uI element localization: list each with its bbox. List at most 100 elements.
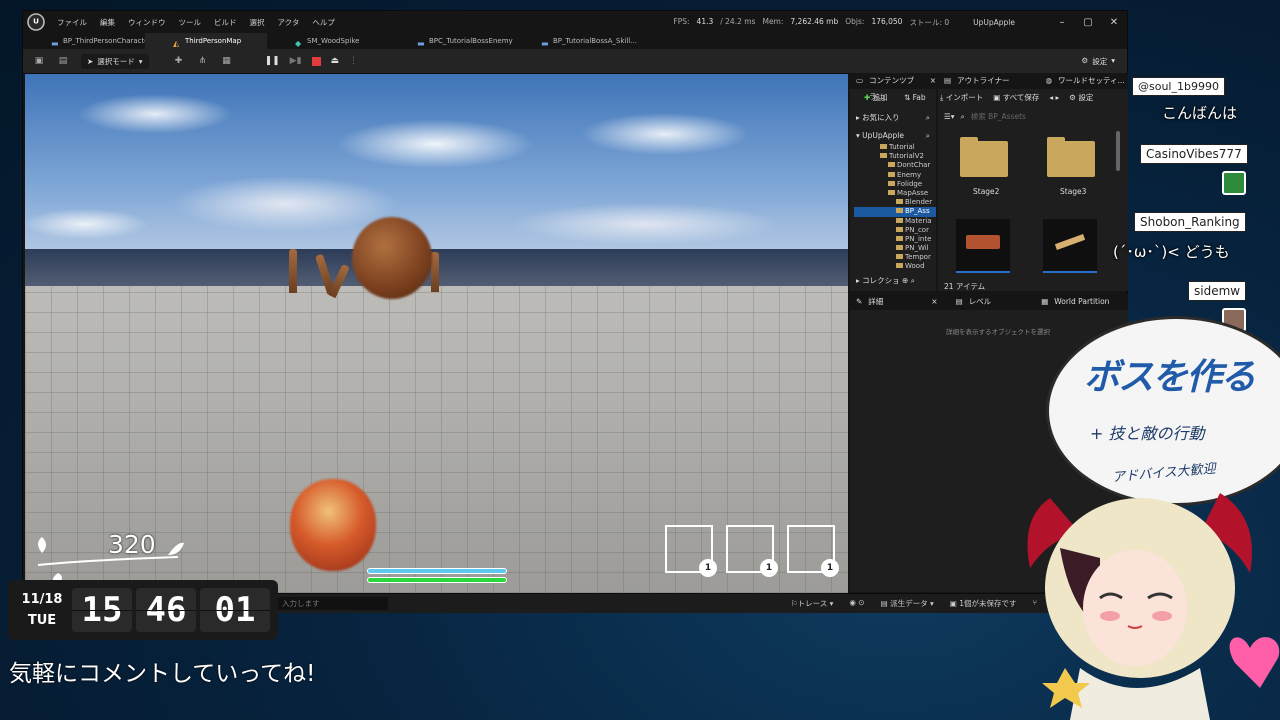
minimize-button[interactable]: –: [1049, 17, 1075, 28]
close-icon[interactable]: ×: [930, 73, 936, 89]
folder-icon: ▭: [856, 76, 864, 85]
level-tab[interactable]: レベル: [969, 294, 992, 310]
boss-enemy: [352, 217, 432, 299]
save-all-button[interactable]: ▣ すべて保存: [993, 89, 1039, 107]
tree-item[interactable]: Tempor: [854, 253, 936, 262]
blush: [1152, 611, 1172, 621]
collections-label: コレクショ: [862, 276, 900, 285]
date-value: 11/18: [21, 592, 63, 607]
folder-icon: [896, 263, 903, 269]
mem-value: 7,262.46 mb: [790, 16, 839, 26]
save-icon[interactable]: ▣: [31, 54, 47, 68]
trace-button[interactable]: ⚐トレース ▾: [791, 598, 834, 609]
clock-second: 01: [200, 588, 270, 632]
tree-item[interactable]: PN_cor: [854, 226, 936, 235]
level-viewport[interactable]: 1 1 1: [25, 74, 848, 593]
asset-thumbnail-spikes[interactable]: [956, 219, 1010, 273]
tree-item[interactable]: DontChar: [854, 161, 936, 170]
tree-item[interactable]: Tutorial: [854, 143, 936, 152]
menu-file[interactable]: ファイル: [57, 17, 87, 28]
fab-button[interactable]: ⇅ Fab: [904, 89, 926, 107]
mode-select[interactable]: ➤ 選択モード ▾: [81, 53, 149, 69]
folder-icon[interactable]: [960, 137, 1008, 177]
collections-header[interactable]: ▸ コレクショ ⊕ ⌕: [856, 275, 915, 286]
content-browser-header: ▭ コンテンツブラ... ×: [850, 73, 936, 101]
menu-window[interactable]: ウィンドウ: [128, 17, 166, 28]
tab-bp-thirdpersoncharacter[interactable]: ▬ BP_ThirdPersonCharacter: [23, 33, 151, 49]
menu-build[interactable]: ビルド: [214, 17, 237, 28]
add-actor-icon[interactable]: ✚: [171, 54, 187, 68]
world-partition-tab[interactable]: World Partition: [1054, 294, 1109, 310]
console-input[interactable]: 入力します: [278, 597, 388, 610]
tree-item[interactable]: MapAsse: [854, 189, 936, 198]
unsaved-button[interactable]: ▣ 1個が未保存です: [950, 598, 1017, 609]
tree-item[interactable]: Enemy: [854, 171, 936, 180]
derived-label: 派生データ: [890, 599, 928, 608]
tree-item[interactable]: PN_inte: [854, 235, 936, 244]
eject-icon[interactable]: ⏏: [331, 56, 340, 66]
folder-tree: Tutorial TutorialV2 DontChar Enemy Folid…: [850, 143, 936, 272]
tree-item[interactable]: TutorialV2: [854, 152, 936, 161]
partition-icon: ▦: [1041, 297, 1049, 306]
cinematics-icon[interactable]: ▦: [219, 54, 235, 68]
folder-icon: [896, 245, 903, 251]
tree-item[interactable]: Blender: [854, 198, 936, 207]
import-button[interactable]: ⤓ インポート: [940, 89, 983, 107]
more-icon[interactable]: ⋮: [349, 56, 358, 66]
settings-button[interactable]: ⚙ 設定: [1069, 89, 1093, 107]
history-icon[interactable]: ◂ ▸: [1049, 89, 1059, 107]
gear-icon: ⚙: [1081, 55, 1089, 65]
stream-subtitle: + 技と敵の行動: [1090, 424, 1205, 443]
fps-value: 41.3: [696, 16, 714, 26]
tree-item[interactable]: PN_Wil: [854, 244, 936, 253]
tree-item-selected[interactable]: BP_Ass: [854, 207, 936, 217]
outliner-title[interactable]: アウトライナー: [957, 73, 1009, 89]
asset-search-input[interactable]: 検索 BP_Assets: [971, 110, 1026, 124]
project-header[interactable]: ▾ UpUpApple ⌕: [850, 129, 936, 143]
menu-help[interactable]: ヘルプ: [312, 17, 335, 28]
blueprint-menu-icon[interactable]: ⋔: [195, 54, 211, 68]
content-icon[interactable]: ▤: [55, 54, 71, 68]
tree-item[interactable]: Wood: [854, 262, 936, 271]
hp-bar: [367, 577, 507, 583]
maximize-button[interactable]: ▢: [1075, 17, 1101, 28]
settings-label: 設定: [1092, 56, 1108, 66]
folder-icon[interactable]: [1047, 137, 1095, 177]
skill-slot: 1: [726, 525, 778, 577]
close-button[interactable]: ✕: [1101, 17, 1127, 28]
close-icon[interactable]: ×: [931, 294, 937, 310]
search-icon[interactable]: ⌕: [926, 111, 930, 125]
derived-data-button[interactable]: ▤ 派生データ ▾: [881, 598, 934, 609]
menu-actor[interactable]: アクタ: [278, 17, 300, 28]
clock-hour: 15: [72, 588, 132, 632]
pause-icon[interactable]: ❚❚: [265, 56, 280, 66]
tab-sm-woodspike[interactable]: ◆ SM_WoodSpike: [267, 33, 389, 49]
tab-bpc-tutorialbossenemy[interactable]: ▬ BPC_TutorialBossEnemy: [389, 33, 513, 49]
world-settings-title[interactable]: ワールドセッティ...: [1058, 73, 1125, 89]
folder-icon: [888, 180, 895, 186]
menu-select[interactable]: 選択: [250, 17, 265, 28]
tab-bp-tutorialbossa-skill[interactable]: ▬ BP_TutorialBossA_Skill...: [513, 33, 653, 49]
pencil-icon: ✎: [856, 297, 863, 306]
tab-thirdpersonmap[interactable]: ◭ ThirdPersonMap: [145, 33, 267, 49]
level-icon: ▤: [955, 297, 963, 306]
asset-thumbnail-plank[interactable]: [1043, 219, 1097, 273]
stop-icon[interactable]: [311, 56, 321, 66]
tree-item[interactable]: Materia: [854, 217, 936, 226]
details-title[interactable]: 詳細: [868, 294, 883, 310]
filter-icon[interactable]: ☰▾: [944, 110, 955, 124]
chat-message: (´･ω･`)< どうも: [1113, 243, 1230, 261]
unreal-logo-icon[interactable]: U: [27, 13, 45, 31]
menu-edit[interactable]: 編集: [100, 17, 115, 28]
tree-item[interactable]: Folidge: [854, 180, 936, 189]
search-icon: ⌕: [960, 112, 965, 121]
favorites-header[interactable]: ▸ お気に入り ⌕: [850, 111, 936, 125]
scrollbar[interactable]: [1116, 131, 1120, 171]
search-icon[interactable]: ⌕: [926, 129, 930, 143]
spike-mesh-preview: [966, 235, 1000, 249]
step-icon[interactable]: ▶▮: [290, 56, 302, 66]
menu-tools[interactable]: ツール: [179, 17, 202, 28]
tab-label: SM_WoodSpike: [307, 37, 360, 45]
settings-button[interactable]: ⚙ 設定 ▾: [1082, 56, 1116, 67]
record-icon[interactable]: ◉ ⊙: [849, 598, 864, 609]
